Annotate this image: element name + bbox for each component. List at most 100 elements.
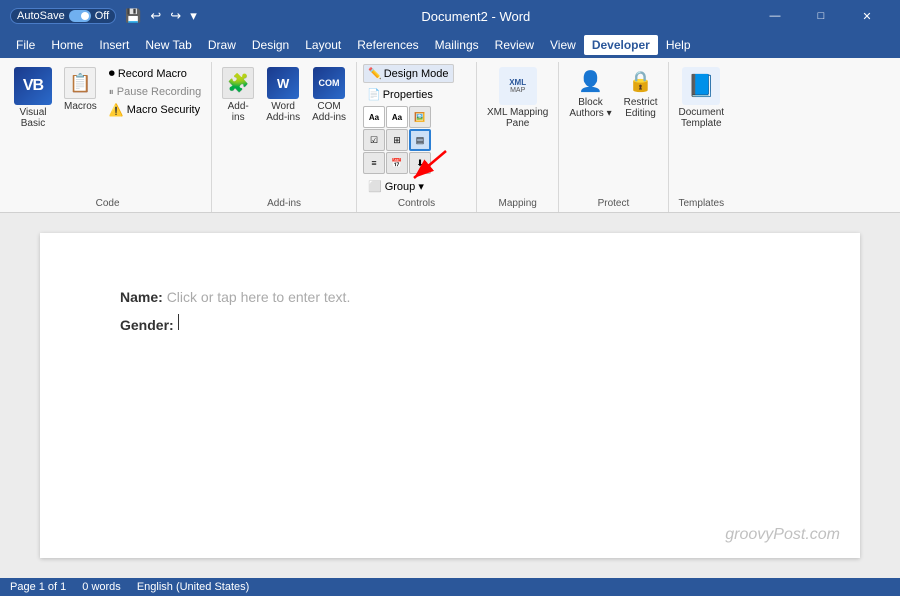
xml-mapping-label: XML MappingPane: [487, 107, 548, 129]
menu-developer[interactable]: Developer: [584, 35, 658, 55]
design-mode-button[interactable]: ✏️ Design Mode: [363, 64, 454, 83]
warning-icon: ⚠️: [109, 103, 124, 117]
pause-recording-label: Pause Recording: [117, 86, 201, 98]
protect-group-label: Protect: [565, 198, 661, 212]
autosave-label: AutoSave: [17, 10, 65, 22]
word-add-ins-label: WordAdd-ins: [266, 101, 300, 123]
ribbon-group-addins: 🧩 Add-ins W WordAdd-ins COM COMAdd-ins A…: [212, 62, 357, 212]
status-bar: Page 1 of 1 0 words English (United Stat…: [0, 578, 900, 596]
visual-basic-label: VisualBasic: [19, 107, 46, 129]
visual-basic-icon: VB: [14, 67, 52, 105]
record-macro-button[interactable]: ⏺ Record Macro: [105, 64, 205, 83]
redo-button[interactable]: ↪: [167, 6, 184, 26]
menu-bar: File Home Insert New Tab Draw Design Lay…: [0, 32, 900, 58]
design-mode-icon: ✏️: [368, 67, 382, 80]
ribbon-group-protect: 👤 BlockAuthors ▾ 🔒 RestrictEditing Prote…: [559, 62, 668, 212]
com-add-ins-button[interactable]: COM COMAdd-ins: [308, 64, 350, 126]
menu-view[interactable]: View: [542, 35, 584, 55]
minimize-button[interactable]: —: [752, 0, 798, 32]
menu-design[interactable]: Design: [244, 35, 297, 55]
controls-group-label: Controls: [363, 198, 470, 212]
control-aa2-icon[interactable]: Aa: [386, 106, 408, 128]
macros-button[interactable]: 📋 Macros: [60, 64, 101, 115]
controls-bottom-row: ⬜ Group ▾: [363, 177, 429, 196]
document-page[interactable]: Name: Click or tap here to enter text. G…: [40, 233, 860, 558]
status-page: Page 1 of 1: [10, 581, 66, 593]
restrict-editing-button[interactable]: 🔒 RestrictEditing: [620, 64, 662, 122]
quick-access-toolbar: 💾 ↩ ↪ ▾: [122, 6, 200, 26]
mapping-group-content: XML MAP XML MappingPane: [483, 64, 552, 196]
autosave-badge[interactable]: AutoSave Off: [10, 8, 116, 24]
word-add-ins-button[interactable]: W WordAdd-ins: [262, 64, 304, 126]
code-group-label: Code: [10, 198, 205, 212]
block-authors-button[interactable]: 👤 BlockAuthors ▾: [565, 64, 615, 122]
code-group-content: VB VisualBasic 📋 Macros ⏺ Record Macro: [10, 64, 205, 196]
title-bar-left: AutoSave Off 💾 ↩ ↪ ▾: [10, 6, 200, 26]
control-list-icon[interactable]: ≡: [363, 152, 385, 174]
xml-mapping-icon: XML MAP: [499, 67, 537, 105]
menu-home[interactable]: Home: [43, 35, 91, 55]
add-ins-label: Add-ins: [228, 101, 249, 123]
controls-mid-row: 📄 Properties: [363, 86, 437, 103]
pause-recording-button[interactable]: ⏸ Pause Recording: [105, 84, 205, 100]
add-ins-button[interactable]: 🧩 Add-ins: [218, 64, 258, 126]
autosave-toggle[interactable]: [69, 10, 91, 22]
menu-file[interactable]: File: [8, 35, 43, 55]
ribbon-group-code: VB VisualBasic 📋 Macros ⏺ Record Macro: [4, 62, 212, 212]
block-authors-label: BlockAuthors ▾: [569, 97, 611, 119]
document-template-icon: 📘: [682, 67, 720, 105]
menu-new-tab[interactable]: New Tab: [137, 35, 199, 55]
menu-references[interactable]: References: [349, 35, 426, 55]
window-title: Document2 - Word: [421, 9, 530, 24]
templates-group-label: Templates: [675, 198, 729, 212]
name-label: Name:: [120, 289, 163, 305]
customize-button[interactable]: ▾: [187, 6, 200, 26]
gender-label: Gender:: [120, 317, 174, 333]
restrict-editing-label: RestrictEditing: [624, 97, 658, 119]
menu-insert[interactable]: Insert: [91, 35, 137, 55]
document-area: Name: Click or tap here to enter text. G…: [0, 213, 900, 578]
control-more-icon[interactable]: ⬇: [409, 152, 431, 174]
visual-basic-button[interactable]: VB VisualBasic: [10, 64, 56, 132]
save-button[interactable]: 💾: [122, 6, 144, 26]
window-controls: — □ ✕: [752, 0, 890, 32]
undo-button[interactable]: ↩: [147, 6, 164, 26]
properties-icon: 📄: [367, 88, 381, 101]
controls-icon-grid: Aa Aa 🖼️ ☑ ⊞ ▤ ≡ 📅 ⬇: [363, 106, 431, 174]
menu-help[interactable]: Help: [658, 35, 699, 55]
close-button[interactable]: ✕: [844, 0, 890, 32]
ribbon-group-mapping: XML MAP XML MappingPane Mapping: [477, 62, 559, 212]
menu-draw[interactable]: Draw: [200, 35, 244, 55]
ribbon-group-templates: 📘 DocumentTemplate Templates: [669, 62, 735, 212]
control-img-icon[interactable]: 🖼️: [409, 106, 431, 128]
macros-icon: 📋: [64, 67, 96, 99]
record-macro-label: Record Macro: [118, 68, 187, 80]
code-small-buttons: ⏺ Record Macro ⏸ Pause Recording ⚠️ Macr…: [105, 64, 205, 119]
controls-group-content: ✏️ Design Mode 📄 Properties Aa Aa: [363, 64, 470, 196]
group-button[interactable]: ⬜ Group ▾: [363, 177, 429, 196]
group-icon: ⬜: [368, 180, 382, 193]
addins-group-label: Add-ins: [218, 198, 350, 212]
control-aa-icon[interactable]: Aa: [363, 106, 385, 128]
maximize-button[interactable]: □: [798, 0, 844, 32]
menu-layout[interactable]: Layout: [297, 35, 349, 55]
control-date-icon[interactable]: 📅: [386, 152, 408, 174]
control-table-icon[interactable]: ⊞: [386, 129, 408, 151]
record-macro-icon: ⏺: [109, 66, 115, 81]
control-combo-icon[interactable]: ▤: [409, 129, 431, 151]
macro-security-label: Macro Security: [127, 104, 200, 116]
group-label: Group ▾: [385, 180, 424, 193]
control-check-icon[interactable]: ☑: [363, 129, 385, 151]
templates-group-content: 📘 DocumentTemplate: [675, 64, 729, 196]
ribbon-group-controls: ✏️ Design Mode 📄 Properties Aa Aa: [357, 62, 477, 212]
menu-mailings[interactable]: Mailings: [427, 35, 487, 55]
status-words: 0 words: [82, 581, 121, 593]
xml-mapping-button[interactable]: XML MAP XML MappingPane: [483, 64, 552, 132]
add-ins-icon: 🧩: [222, 67, 254, 99]
macro-security-button[interactable]: ⚠️ Macro Security: [105, 101, 205, 119]
properties-button[interactable]: 📄 Properties: [363, 86, 437, 103]
restrict-editing-icon: 🔒: [627, 67, 655, 95]
menu-review[interactable]: Review: [487, 35, 542, 55]
controls-icons-row: Aa Aa 🖼️ ☑ ⊞ ▤ ≡ 📅 ⬇: [363, 106, 431, 174]
document-template-button[interactable]: 📘 DocumentTemplate: [675, 64, 729, 132]
